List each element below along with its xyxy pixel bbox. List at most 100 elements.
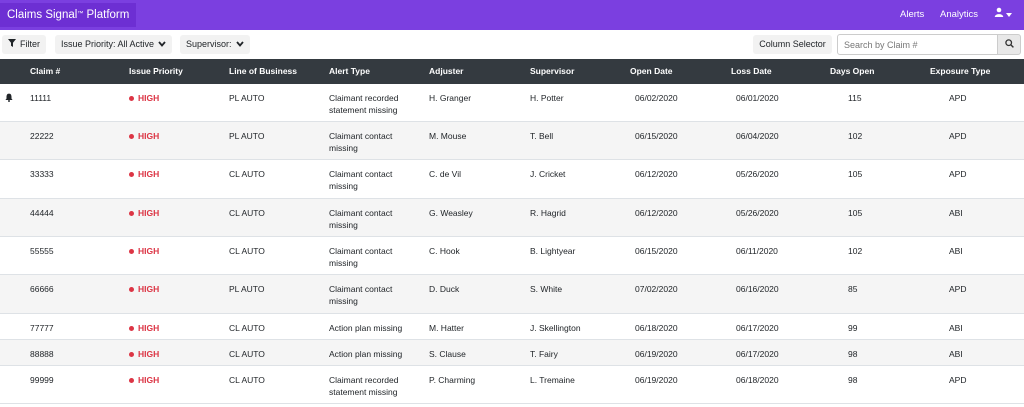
adjuster-cell: P. Charming — [429, 375, 476, 385]
alert-type-cell: Claimant contact missing — [329, 284, 393, 306]
loss-date-cell: 06/16/2020 — [736, 284, 779, 294]
open-date-cell: 06/19/2020 — [635, 349, 678, 359]
priority-dot-icon — [129, 325, 134, 331]
open-date-cell: 06/15/2020 — [635, 246, 678, 256]
alert-type-cell: Claimant contact missing — [329, 169, 393, 191]
loss-date-cell: 06/17/2020 — [736, 323, 779, 333]
filter-button[interactable]: Filter — [2, 35, 46, 54]
loss-date-cell: 06/18/2020 — [736, 375, 779, 385]
brand-logo[interactable]: Claims Signal™ Platform — [0, 3, 137, 27]
priority-label: HIGH — [138, 93, 160, 103]
chevron-down-icon — [1006, 0, 1012, 30]
exposure-type-cell: APD — [949, 284, 967, 294]
table-row[interactable]: 99999 HIGH CL AUTO Claimant recorded statem… — [0, 366, 1024, 404]
days-open-cell: 85 — [848, 284, 858, 294]
supervisor-dropdown[interactable]: Supervisor: — [180, 35, 250, 54]
adjuster-cell: S. Clause — [429, 349, 466, 359]
supervisor-label: Supervisor: — [186, 39, 232, 49]
priority-cell: HIGH — [129, 322, 159, 334]
line-of-business-cell: PL AUTO — [229, 131, 265, 141]
line-of-business-cell: CL AUTO — [229, 375, 265, 385]
days-open-cell: 115 — [848, 93, 862, 103]
table-row[interactable]: 33333 HIGH CL AUTO Claimant contact missing… — [0, 160, 1024, 199]
column-header-adjuster[interactable]: Adjuster — [429, 59, 463, 84]
priority-dot-icon — [129, 351, 134, 357]
column-header-days-open[interactable]: Days Open — [830, 59, 874, 84]
supervisor-cell: J. Cricket — [530, 169, 566, 179]
column-header-exposure-type[interactable]: Exposure Type — [930, 59, 990, 84]
claim-search-input[interactable] — [837, 34, 998, 55]
open-date-cell: 07/02/2020 — [635, 284, 678, 294]
supervisor-cell: R. Hagrid — [530, 208, 566, 218]
line-of-business-cell: CL AUTO — [229, 246, 265, 256]
adjuster-cell: C. Hook — [429, 246, 460, 256]
priority-label: HIGH — [138, 169, 160, 179]
issue-priority-label: Issue Priority: All Active — [61, 39, 155, 49]
user-menu-button[interactable] — [994, 0, 1012, 30]
priority-dot-icon — [129, 377, 134, 383]
claim-number-cell[interactable]: 44444 — [30, 207, 54, 219]
days-open-cell: 105 — [848, 208, 863, 218]
issue-priority-dropdown[interactable]: Issue Priority: All Active — [55, 35, 173, 54]
column-header-supervisor[interactable]: Supervisor — [530, 59, 574, 84]
user-icon — [994, 0, 1004, 30]
table-row[interactable]: 77777 HIGH CL AUTO Action plan missing M. Ha… — [0, 314, 1024, 340]
claim-number-cell[interactable]: 88888 — [30, 348, 54, 360]
priority-dot-icon — [129, 210, 134, 216]
column-selector-button[interactable]: Column Selector — [753, 35, 832, 54]
alert-type-cell: Claimant recorded statement missing — [329, 93, 399, 115]
chevron-down-icon — [235, 35, 244, 54]
priority-cell: HIGH — [129, 348, 159, 360]
claim-number-cell[interactable]: 66666 — [30, 283, 54, 295]
column-header-claim[interactable]: Claim # — [30, 59, 60, 84]
exposure-type-cell: ABI — [949, 246, 963, 256]
table-row[interactable]: 88888 HIGH CL AUTO Action plan missing S. Cl… — [0, 340, 1024, 366]
exposure-type-cell: APD — [949, 375, 967, 385]
claim-number-cell[interactable]: 22222 — [30, 130, 54, 142]
priority-label: HIGH — [138, 208, 160, 218]
priority-label: HIGH — [138, 323, 160, 333]
supervisor-cell: J. Skellington — [530, 323, 581, 333]
priority-cell: HIGH — [129, 168, 159, 180]
table-row[interactable]: 44444 HIGH CL AUTO Claimant contact missing… — [0, 199, 1024, 237]
claim-number-cell[interactable]: 33333 — [30, 168, 54, 180]
table-row[interactable]: 22222 HIGH PL AUTO Claimant contact missing… — [0, 122, 1024, 160]
column-header-loss-date[interactable]: Loss Date — [731, 59, 772, 84]
claim-number-cell[interactable]: 77777 — [30, 322, 54, 334]
column-header-alert-type[interactable]: Alert Type — [329, 59, 370, 84]
priority-cell: HIGH — [129, 245, 159, 257]
exposure-type-cell: ABI — [949, 349, 963, 359]
line-of-business-cell: CL AUTO — [229, 208, 265, 218]
nav-analytics-link[interactable]: Analytics — [940, 0, 978, 30]
brand-suffix: Platform — [83, 9, 130, 21]
table-row[interactable]: 11111 HIGH PL AUTO Claimant recorded statem… — [0, 84, 1024, 122]
open-date-cell: 06/19/2020 — [635, 375, 678, 385]
column-header-line-of-business[interactable]: Line of Business — [229, 59, 297, 84]
days-open-cell: 98 — [848, 375, 858, 385]
nav-alerts-link[interactable]: Alerts — [900, 0, 924, 30]
open-date-cell: 06/15/2020 — [635, 131, 678, 141]
priority-label: HIGH — [138, 246, 160, 256]
supervisor-cell: L. Tremaine — [530, 375, 575, 385]
priority-label: HIGH — [138, 131, 160, 141]
priority-label: HIGH — [138, 284, 160, 294]
priority-cell: HIGH — [129, 207, 159, 219]
column-header-open-date[interactable]: Open Date — [630, 59, 673, 84]
days-open-cell: 102 — [848, 131, 863, 141]
claims-table-header: Claim # Issue Priority Line of Business … — [0, 59, 1024, 84]
days-open-cell: 105 — [848, 169, 863, 179]
column-header-issue-priority[interactable]: Issue Priority — [129, 59, 183, 84]
adjuster-cell: C. de Vil — [429, 169, 461, 179]
table-row[interactable]: 55555 HIGH CL AUTO Claimant contact missing… — [0, 237, 1024, 275]
table-row[interactable]: 66666 HIGH PL AUTO Claimant contact missing… — [0, 275, 1024, 314]
days-open-cell: 98 — [848, 349, 858, 359]
search-button[interactable] — [997, 34, 1021, 55]
alert-type-cell: Claimant contact missing — [329, 208, 393, 230]
alert-type-cell: Action plan missing — [329, 323, 403, 333]
claim-number-cell[interactable]: 11111 — [30, 92, 51, 104]
priority-dot-icon — [129, 95, 134, 101]
claim-number-cell[interactable]: 99999 — [30, 374, 54, 386]
claim-number-cell[interactable]: 55555 — [30, 245, 54, 257]
exposure-type-cell: APD — [949, 93, 967, 103]
open-date-cell: 06/12/2020 — [635, 169, 678, 179]
